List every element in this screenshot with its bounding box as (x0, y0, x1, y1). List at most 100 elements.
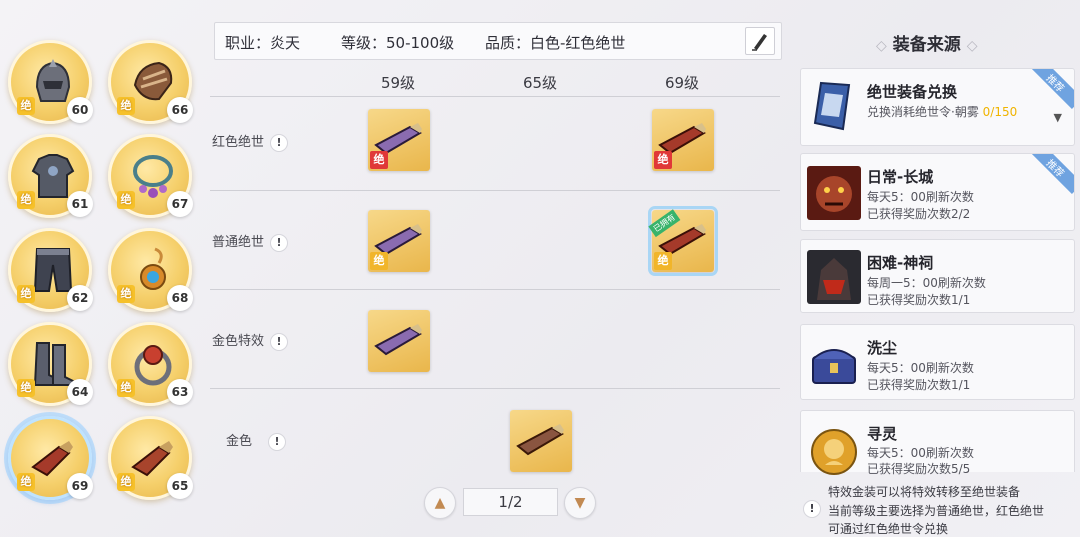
source-name: 日常-长城 (867, 168, 934, 186)
jue-tag: 绝 (654, 151, 672, 169)
job-label: 职业： (225, 34, 271, 52)
jue-tag: 绝 (117, 191, 135, 209)
column-header-59: 59级 (380, 74, 416, 92)
jue-tag: 绝 (17, 97, 35, 115)
hand-cannon-icon (31, 441, 73, 477)
slot-pants[interactable]: 绝 62 (8, 228, 93, 312)
page-indicator: 1/2 (463, 488, 558, 516)
chest-armor-icon (31, 154, 75, 198)
source-name: 绝世装备兑换 (867, 83, 958, 101)
slot-level: 61 (67, 191, 93, 217)
row-label-text: 普通绝世 (212, 235, 265, 250)
prev-page-button[interactable]: ▲ (424, 487, 456, 519)
slot-level: 63 (167, 379, 193, 405)
hand-cannon-icon (374, 324, 422, 356)
row-label-text: 金色 (226, 434, 253, 449)
info-button[interactable]: ! (268, 432, 287, 451)
source-reward-count: 已获得奖励次数1/1 (867, 378, 971, 392)
source-reward-count: 已获得奖励次数2/2 (867, 207, 971, 221)
equipment-cell[interactable]: 绝 (368, 109, 430, 171)
slot-level: 67 (167, 191, 193, 217)
equipment-cell[interactable] (368, 310, 430, 372)
slot-necklace[interactable]: 绝 67 (108, 134, 193, 218)
info-button[interactable]: ! (270, 332, 289, 351)
source-card-daily-great-wall[interactable]: 日常-长城 每天5：00刷新次数 已获得奖励次数2/2 推荐 (800, 153, 1075, 231)
jue-tag: 绝 (117, 285, 135, 303)
source-reward-count: 已获得奖励次数5/5 (867, 462, 971, 476)
hand-cannon-icon (516, 424, 564, 456)
level-label: 等级： (341, 34, 387, 52)
slot-pauldron[interactable]: 绝 66 (108, 40, 193, 124)
slot-weapon-secondary[interactable]: 绝 65 (108, 416, 193, 500)
note-line: 可通过红色绝世令兑换 (828, 522, 949, 536)
source-card-exchange[interactable]: 绝世装备兑换 兑换消耗绝世令·朝雾 0/150 ▼ 推荐 (800, 68, 1075, 146)
row-label-gold-special: 金色特效! (212, 330, 289, 351)
column-header-65: 65级 (522, 74, 558, 92)
equipment-cell[interactable] (510, 410, 572, 472)
sources-title: ◇ 装备来源 ◇ (870, 30, 984, 55)
exchange-desc: 兑换消耗绝世令·朝雾 (867, 105, 983, 119)
ring-icon (134, 345, 172, 386)
source-refresh: 每周一5：00刷新次数 (867, 276, 986, 290)
row-label-text: 红色绝世 (212, 135, 265, 150)
slot-helmet[interactable]: 绝 60 (8, 40, 93, 124)
source-card-hard-shrine[interactable]: 困难-神祠 每周一5：00刷新次数 已获得奖励次数1/1 (800, 239, 1075, 313)
column-header-69: 69级 (664, 74, 700, 92)
slot-boots[interactable]: 绝 64 (8, 322, 93, 406)
recommend-ribbon: 推荐 (1030, 69, 1074, 113)
slot-ring[interactable]: 绝 63 (108, 322, 193, 406)
dark-knight-portrait-icon (807, 250, 861, 304)
equipment-cell-owned[interactable]: 已拥有 绝 (648, 206, 718, 276)
jue-tag: 绝 (17, 285, 35, 303)
note-line: 特效金装可以将特效转移至绝世装备 (828, 485, 1021, 499)
info-button[interactable]: ! (270, 133, 289, 152)
treasure-chest-icon (812, 349, 856, 384)
row-label-normal-peerless: 普通绝世! (212, 231, 289, 252)
note-info-icon[interactable]: ! (803, 500, 821, 518)
jue-tag: 绝 (654, 252, 672, 270)
level-value: 50-100级 (386, 34, 455, 52)
jue-tag: 绝 (370, 151, 388, 169)
next-page-button[interactable]: ▼ (564, 487, 596, 519)
spirit-coin-icon (811, 429, 857, 475)
sources-title-text: 装备来源 (892, 35, 961, 55)
jue-tag: 绝 (117, 379, 135, 397)
jue-tag: 绝 (17, 191, 35, 209)
source-card-cleanse[interactable]: 洗尘 每天5：00刷新次数 已获得奖励次数1/1 (800, 324, 1075, 400)
slot-level: 65 (167, 473, 193, 499)
source-card-spirit-seek[interactable]: 寻灵 每天5：00刷新次数 已获得奖励次数5/5 (800, 410, 1075, 476)
jue-tag: 绝 (117, 97, 135, 115)
equipment-cell[interactable]: 绝 (652, 109, 714, 171)
pauldron-icon (133, 61, 173, 101)
row-label-red-peerless: 红色绝世! (212, 131, 289, 152)
pants-icon (33, 248, 73, 292)
chevron-up-icon: ▲ (434, 495, 446, 511)
equipment-slot-grid: 绝 60 绝 66 绝 61 绝 67 绝 62 绝 68 绝 64 绝 63 (0, 28, 200, 508)
quality-label: 品质： (485, 34, 531, 52)
slot-level: 60 (67, 97, 93, 123)
source-refresh: 每天5：00刷新次数 (867, 361, 974, 375)
note-line: 当前等级主要选择为普通绝世，红色绝世 (828, 504, 1045, 518)
table-divider (210, 388, 780, 389)
table-divider (210, 289, 780, 290)
table-divider (210, 96, 780, 97)
equipment-cell[interactable]: 绝 (368, 210, 430, 272)
earring-icon (140, 247, 166, 290)
slot-chest[interactable]: 绝 61 (8, 134, 93, 218)
slot-level: 68 (167, 285, 193, 311)
info-button[interactable]: ! (270, 233, 289, 252)
edit-filter-button[interactable] (745, 27, 775, 55)
slot-earring[interactable]: 绝 68 (108, 228, 193, 312)
source-exchange-line: 兑换消耗绝世令·朝雾 0/150 (867, 103, 1017, 120)
quality-value: 白色-红色绝世 (530, 34, 626, 52)
level-filter: 等级：50-100级 (341, 32, 454, 53)
recommend-label: 推荐 (1030, 69, 1074, 110)
source-name: 洗尘 (867, 339, 898, 357)
table-divider (210, 190, 780, 191)
slot-level: 66 (167, 97, 193, 123)
slot-weapon-selected[interactable]: 绝 69 (8, 416, 93, 500)
recommend-ribbon: 推荐 (1030, 154, 1074, 198)
helmet-icon (35, 59, 71, 102)
exchange-progress: 0/150 (982, 105, 1018, 119)
source-name: 困难-神祠 (867, 254, 934, 272)
